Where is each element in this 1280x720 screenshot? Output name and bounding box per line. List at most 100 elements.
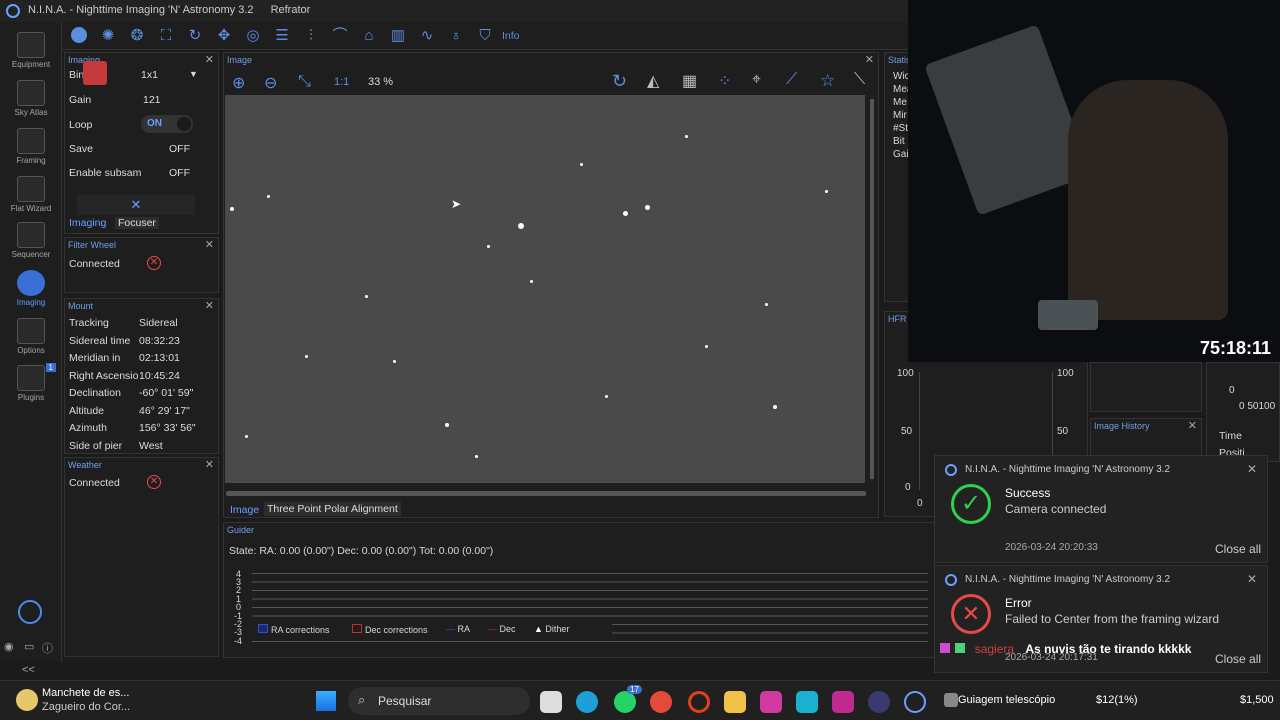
- close-all-button[interactable]: Close all: [1215, 542, 1261, 556]
- tab-imaging[interactable]: Imaging: [69, 217, 106, 229]
- nav-equipment[interactable]: Equipment: [0, 32, 62, 69]
- close-icon[interactable]: ✕: [865, 53, 874, 67]
- cancel-capture-button[interactable]: ✕: [77, 195, 195, 215]
- toast-title: Success: [1005, 486, 1051, 500]
- mouse-cursor: ➤: [451, 197, 462, 211]
- horizontal-scrollbar[interactable]: [226, 491, 866, 496]
- ra-corrections-legend: RA corrections: [258, 624, 330, 635]
- right-tick: 0: [1229, 385, 1235, 396]
- stretch-icon[interactable]: ⟋: [786, 71, 797, 89]
- zoom-out-icon[interactable]: ⊖: [264, 73, 277, 93]
- shield-icon[interactable]: ⛉: [476, 27, 494, 45]
- disconnected-icon: ✕: [147, 256, 161, 270]
- search-box[interactable]: ⌕ Pesquisar: [348, 687, 530, 715]
- loop-toggle[interactable]: ON: [141, 115, 193, 133]
- crosshair-icon[interactable]: ⌖: [752, 71, 761, 89]
- guiding-window-button[interactable]: Guiagem telescópio: [942, 689, 1072, 713]
- refresh-icon[interactable]: ↻: [612, 71, 627, 92]
- chrome-icon[interactable]: [650, 691, 672, 713]
- folder-icon[interactable]: [724, 691, 746, 713]
- power-icon[interactable]: [18, 600, 42, 624]
- telescope-image: [924, 24, 1092, 216]
- app-icon[interactable]: [796, 691, 818, 713]
- zoom-in-icon[interactable]: ⊕: [232, 73, 245, 93]
- news-widget-icon[interactable]: [16, 689, 38, 711]
- task-view-icon[interactable]: [540, 691, 562, 713]
- toast-message: Camera connected: [1005, 502, 1107, 516]
- ra-legend: — RA: [446, 624, 471, 634]
- nina-taskbar-icon[interactable]: [904, 691, 926, 713]
- camera-icon[interactable]: [70, 27, 88, 45]
- windows-start-icon[interactable]: [316, 691, 336, 711]
- bar-chart-icon[interactable]: ▥: [389, 27, 407, 45]
- bulb-icon[interactable]: ♁: [447, 27, 465, 45]
- tab-image[interactable]: Image: [230, 504, 259, 516]
- focuser-icon[interactable]: ❂: [128, 27, 146, 45]
- eye-icon[interactable]: ◉: [4, 640, 14, 653]
- star-detect-icon[interactable]: ⁘: [718, 71, 731, 91]
- close-icon[interactable]: ✕: [205, 53, 214, 67]
- save-label: Save: [69, 143, 93, 155]
- news-subtitle[interactable]: Zagueiro do Cor...: [42, 701, 130, 713]
- app-icon[interactable]: [760, 691, 782, 713]
- close-icon[interactable]: ✕: [1188, 419, 1197, 433]
- bin-select[interactable]: 1x1: [141, 69, 158, 81]
- info-icon[interactable]: ⓘ: [42, 640, 53, 656]
- observatory-icon[interactable]: ⌂: [360, 27, 378, 45]
- nav-sky-atlas[interactable]: Sky Atlas: [0, 80, 62, 117]
- captured-image[interactable]: ➤: [225, 95, 865, 483]
- book-icon[interactable]: ▭: [24, 640, 34, 653]
- close-icon[interactable]: ✕: [1247, 462, 1257, 476]
- nav-options[interactable]: Options: [0, 318, 62, 355]
- framing-tool-icon[interactable]: ⛶: [157, 27, 175, 45]
- info-tab[interactable]: Info: [502, 30, 520, 42]
- person-silhouette: [1068, 80, 1228, 320]
- tab-polar-alignment[interactable]: Three Point Polar Alignment: [264, 502, 401, 516]
- mount-icon[interactable]: ✥: [215, 27, 233, 45]
- subsample-toggle[interactable]: OFF: [169, 167, 190, 179]
- line-chart-icon[interactable]: ∿: [418, 27, 436, 45]
- nav-flat-wizard[interactable]: Flat Wizard: [0, 176, 62, 213]
- grid-icon[interactable]: ▦: [682, 71, 697, 91]
- save-toggle[interactable]: OFF: [169, 143, 190, 155]
- nav-framing[interactable]: Framing: [0, 128, 62, 165]
- fit-icon[interactable]: ⤡: [298, 73, 311, 91]
- ticker-1: $12(1%): [1096, 694, 1138, 706]
- filter-wheel-icon[interactable]: ✺: [99, 27, 117, 45]
- nav-imaging[interactable]: Imaging: [0, 270, 62, 307]
- star-icon[interactable]: ☆: [820, 71, 835, 91]
- disconnected-icon: ✕: [147, 475, 161, 489]
- close-icon[interactable]: ✕: [205, 299, 214, 313]
- stellarium-icon[interactable]: [868, 691, 890, 713]
- sliders-icon[interactable]: ⫶: [302, 27, 320, 45]
- error-toast: N.I.N.A. - Nighttime Imaging 'N' Astrono…: [934, 565, 1268, 673]
- app-icon[interactable]: [832, 691, 854, 713]
- nav-plugins[interactable]: Plugins 1: [0, 363, 62, 402]
- star: [487, 245, 490, 248]
- nav-sequencer[interactable]: Sequencer: [0, 222, 62, 259]
- toast-message: Failed to Center from the framing wizard: [1005, 612, 1220, 626]
- chevron-down-icon[interactable]: ▼: [189, 69, 198, 79]
- close-icon[interactable]: ✕: [205, 238, 214, 252]
- whatsapp-icon[interactable]: 17: [614, 685, 642, 713]
- news-title[interactable]: Manchete de es...: [42, 687, 129, 699]
- close-icon[interactable]: ✕: [1247, 572, 1257, 586]
- star: [475, 455, 478, 458]
- close-icon[interactable]: ✕: [205, 458, 214, 472]
- close-all-button[interactable]: Close all: [1215, 652, 1261, 666]
- tool-icon[interactable]: ⟍: [854, 71, 865, 89]
- guider-icon[interactable]: ◎: [244, 27, 262, 45]
- vertical-scrollbar[interactable]: [870, 99, 874, 479]
- opera-icon[interactable]: [688, 691, 710, 713]
- flip-icon[interactable]: ◭: [647, 71, 659, 91]
- ratio-button[interactable]: 1:1: [334, 76, 349, 88]
- star: [230, 207, 234, 211]
- tab-focuser[interactable]: Focuser: [115, 217, 159, 229]
- mount-value: 156° 33' 56": [139, 422, 196, 434]
- rotator-icon[interactable]: ↻: [186, 27, 204, 45]
- collapse-icon[interactable]: <<: [22, 664, 35, 676]
- dome-icon[interactable]: ⌒: [331, 27, 349, 45]
- list-icon[interactable]: ☰: [273, 27, 291, 45]
- edge-icon[interactable]: [576, 691, 598, 713]
- gain-input[interactable]: 121: [143, 94, 161, 106]
